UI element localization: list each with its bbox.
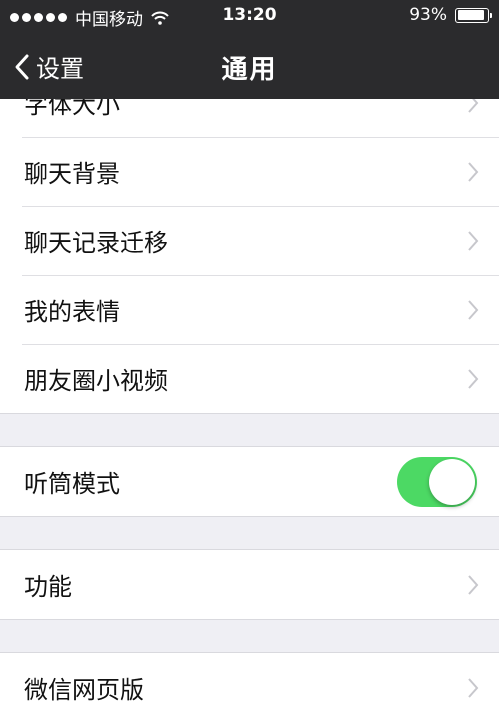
navigation-bar: 设置 通用 — [0, 32, 499, 99]
web-group: 微信网页版 — [0, 652, 499, 705]
features-group: 功能 — [0, 549, 499, 620]
settings-list: 字体大小 聊天背景 聊天记录迁移 我的表情 朋友圈小视频 听筒模式 功能 微信网… — [0, 67, 499, 705]
chevron-right-icon — [468, 161, 479, 182]
list-item-label: 聊天记录迁移 — [24, 229, 168, 257]
page-title: 通用 — [221, 55, 278, 85]
list-item-label: 听筒模式 — [24, 470, 120, 498]
list-item-web-wechat[interactable]: 微信网页版 — [0, 653, 499, 705]
top-bar: 中国移动 13:20 93% 设置 通用 — [0, 0, 499, 99]
status-right: 93% — [409, 5, 492, 25]
list-item-chat-background[interactable]: 聊天背景 — [0, 137, 499, 206]
battery-icon — [455, 7, 492, 23]
chevron-right-icon — [468, 230, 479, 251]
section-spacer — [0, 517, 499, 549]
section-spacer — [0, 414, 499, 446]
list-item-chat-history-migration[interactable]: 聊天记录迁移 — [0, 206, 499, 275]
toggle-knob — [429, 458, 475, 505]
battery-percent: 93% — [409, 5, 447, 25]
chevron-right-icon — [468, 677, 479, 698]
list-item-label: 功能 — [24, 573, 72, 601]
general-group: 字体大小 聊天背景 聊天记录迁移 我的表情 朋友圈小视频 — [0, 67, 499, 414]
earpiece-mode-toggle[interactable] — [397, 456, 477, 507]
list-item-label: 微信网页版 — [24, 676, 144, 704]
list-item-label: 朋友圈小视频 — [24, 367, 168, 395]
chevron-right-icon — [468, 368, 479, 389]
list-item-features[interactable]: 功能 — [0, 550, 499, 619]
earpiece-group: 听筒模式 — [0, 446, 499, 517]
list-item-earpiece-mode: 听筒模式 — [0, 447, 499, 516]
status-bar: 中国移动 13:20 93% — [0, 0, 499, 32]
list-item-label: 我的表情 — [24, 298, 120, 326]
list-item-moments-video[interactable]: 朋友圈小视频 — [0, 344, 499, 413]
section-spacer — [0, 620, 499, 652]
list-item-label: 聊天背景 — [24, 160, 120, 188]
battery-fill — [457, 10, 485, 20]
list-item-my-stickers[interactable]: 我的表情 — [0, 275, 499, 344]
chevron-right-icon — [468, 299, 479, 320]
chevron-right-icon — [468, 574, 479, 595]
